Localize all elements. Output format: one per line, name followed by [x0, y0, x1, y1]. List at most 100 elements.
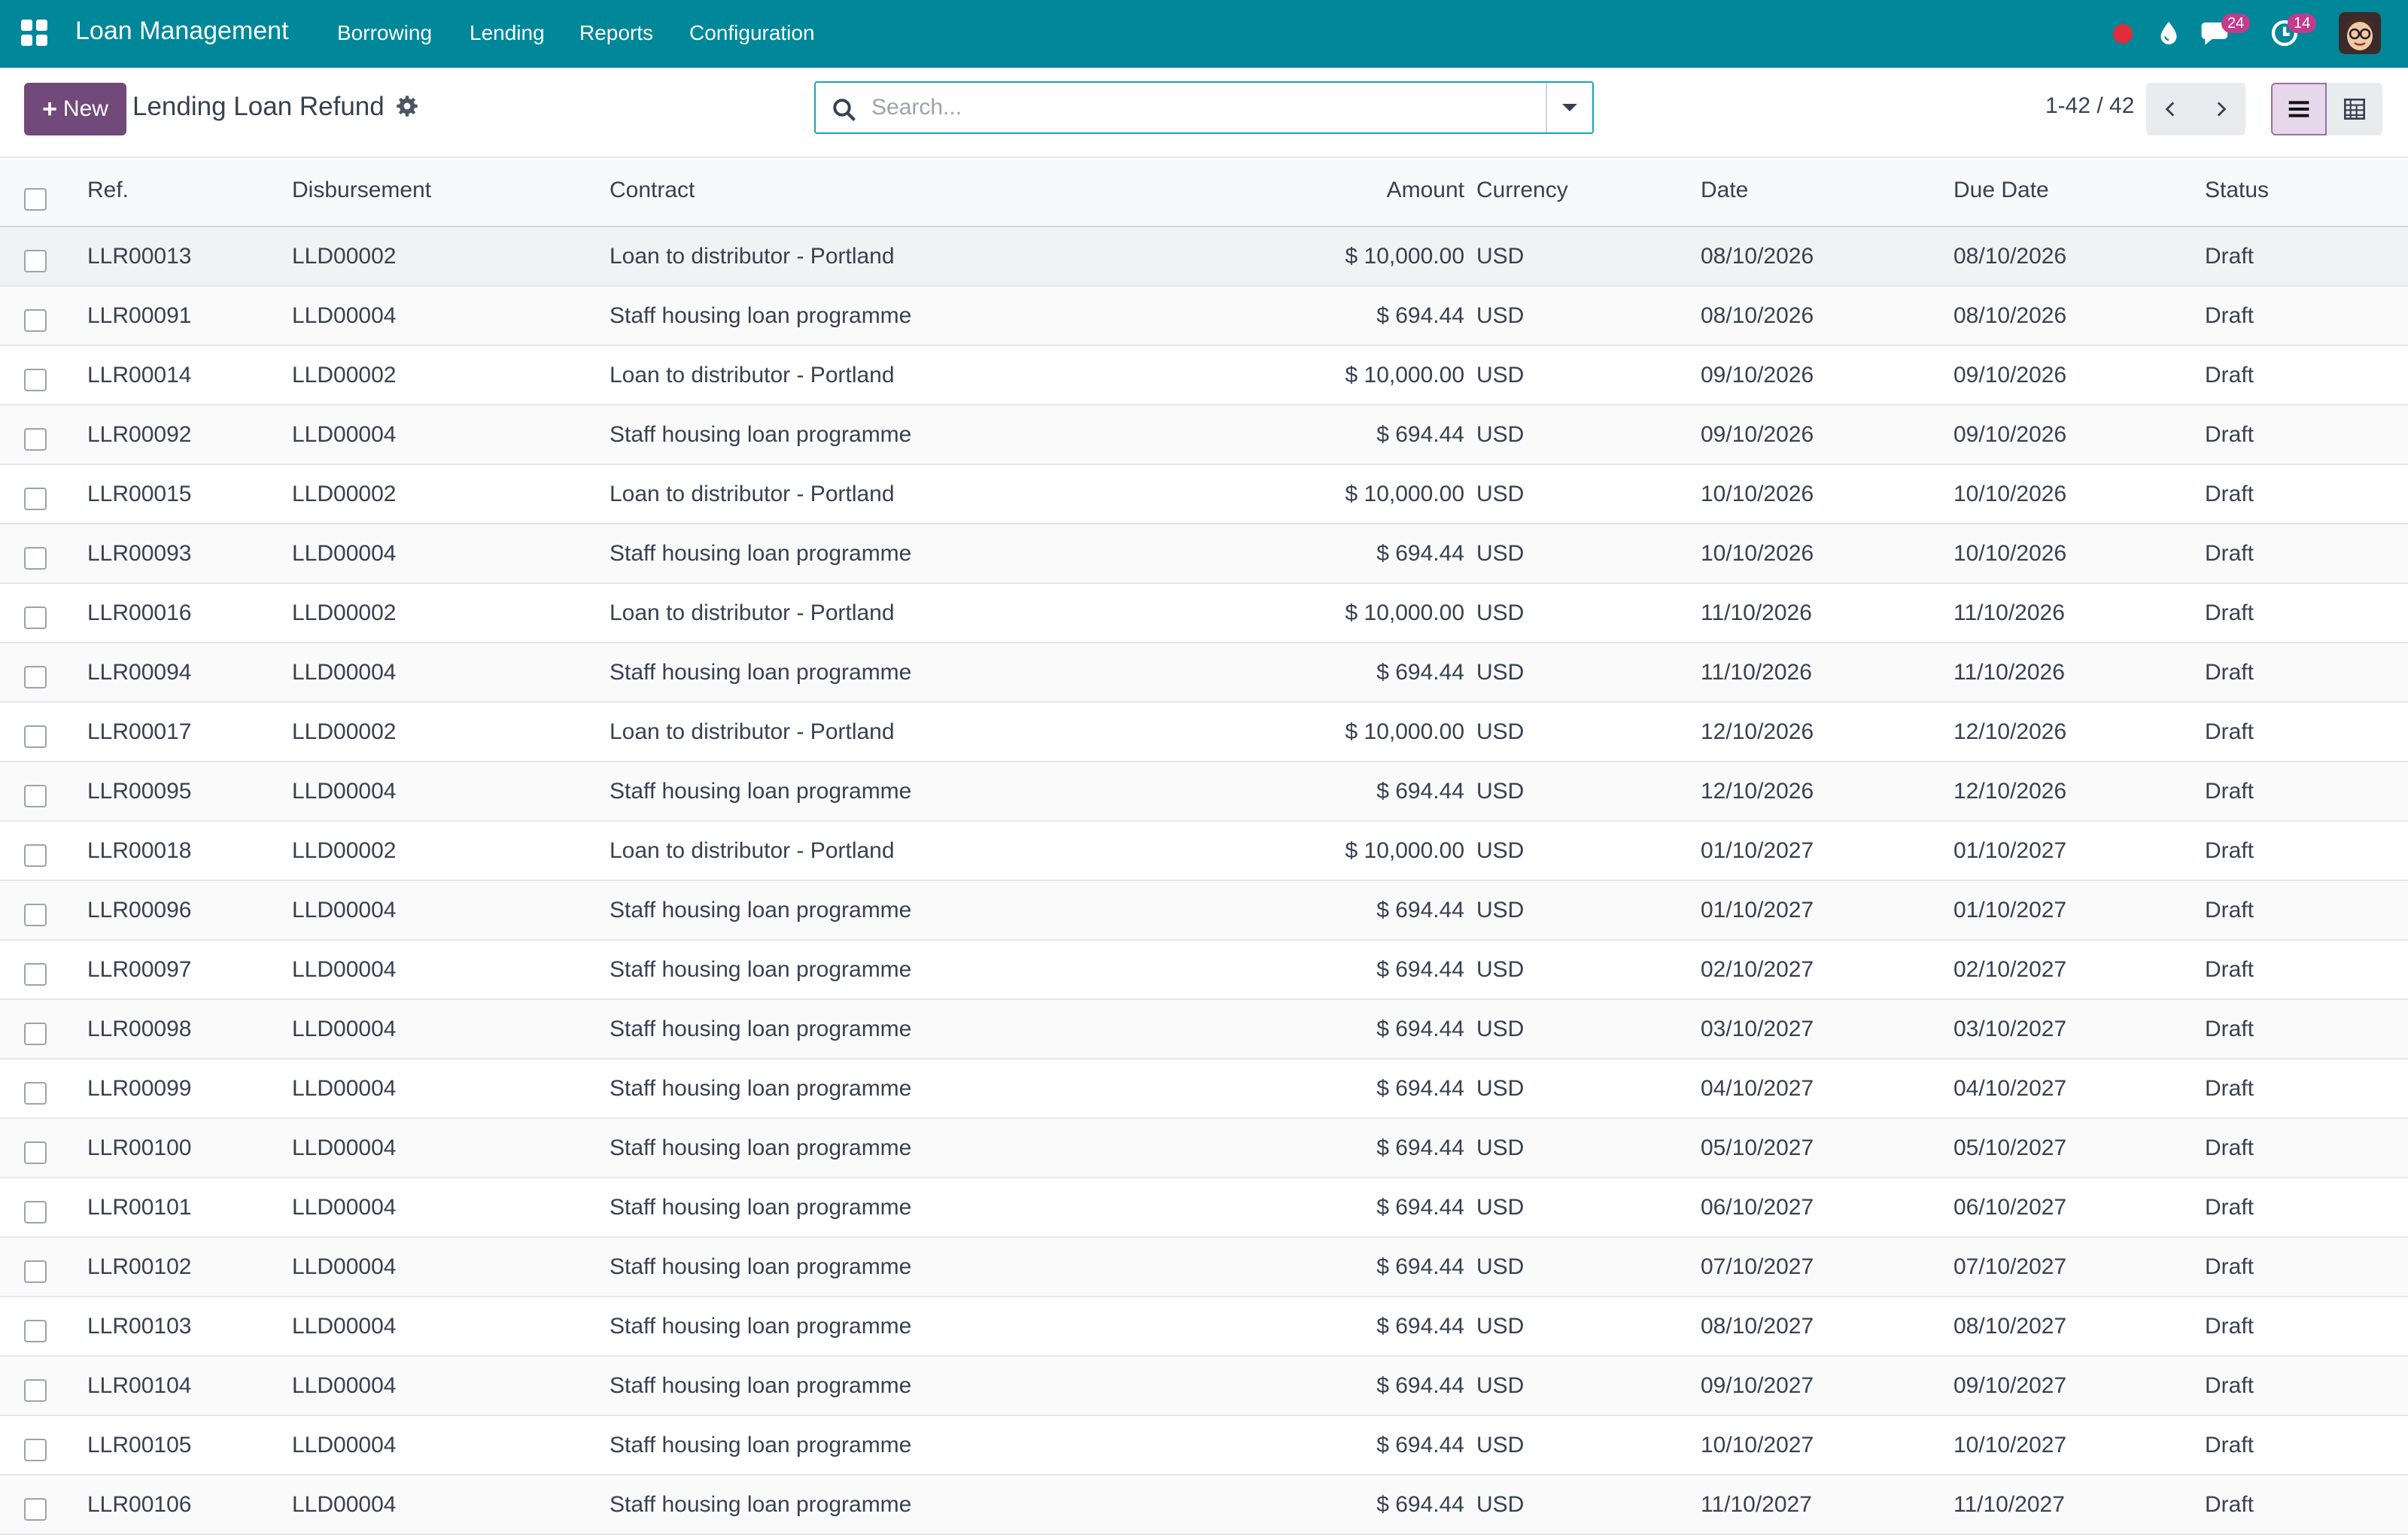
table-row[interactable]: LLR00017 LLD00002 Loan to distributor - Po… — [0, 703, 2408, 762]
table-row[interactable]: LLR00093 LLD00004 Staff housing loan progr… — [0, 524, 2408, 584]
cell-contract: Staff housing loan programme — [610, 660, 912, 685]
list-view-icon — [2288, 101, 2309, 117]
column-header-contract[interactable]: Contract — [610, 178, 695, 203]
list-view-button[interactable] — [2271, 83, 2327, 135]
column-header-disbursement[interactable]: Disbursement — [292, 178, 431, 203]
pivot-view-button[interactable] — [2327, 83, 2382, 135]
table-row[interactable]: LLR00101 LLD00004 Staff housing loan progr… — [0, 1178, 2408, 1238]
menu-lending[interactable]: Lending — [470, 21, 545, 45]
pager-value[interactable]: 1-42 / 42 — [2045, 93, 2134, 119]
table-row[interactable]: LLR00015 LLD00002 Loan to distributor - Po… — [0, 465, 2408, 524]
search-icon — [833, 99, 856, 121]
row-checkbox[interactable] — [24, 606, 47, 629]
row-checkbox[interactable] — [24, 1379, 47, 1402]
search-options-toggle[interactable] — [1546, 83, 1592, 132]
new-button[interactable]: + New — [24, 83, 126, 135]
cell-date: 07/10/2027 — [1701, 1254, 1814, 1279]
table-row[interactable]: LLR00104 LLD00004 Staff housing loan progr… — [0, 1357, 2408, 1416]
table-row[interactable]: LLR00103 LLD00004 Staff housing loan progr… — [0, 1297, 2408, 1357]
row-checkbox[interactable] — [24, 309, 47, 332]
cell-status: Draft — [2205, 1433, 2254, 1457]
table-row[interactable]: LLR00098 LLD00004 Staff housing loan progr… — [0, 1000, 2408, 1059]
cell-due-date: 10/10/2026 — [1953, 482, 2067, 506]
water-drop-icon[interactable] — [2155, 18, 2182, 48]
row-checkbox[interactable] — [24, 547, 47, 570]
pager-previous-button[interactable] — [2146, 83, 2196, 135]
select-all-checkbox[interactable] — [24, 188, 47, 211]
cell-contract: Staff housing loan programme — [610, 1076, 912, 1101]
row-checkbox[interactable] — [24, 1260, 47, 1283]
table-row[interactable]: LLR00099 LLD00004 Staff housing loan progr… — [0, 1059, 2408, 1119]
table-row[interactable]: LLR00091 LLD00004 Staff housing loan progr… — [0, 287, 2408, 346]
row-checkbox[interactable] — [24, 1320, 47, 1342]
app-brand[interactable]: Loan Management — [75, 17, 289, 46]
table-row[interactable]: LLR00018 LLD00002 Loan to distributor - Po… — [0, 822, 2408, 881]
cell-contract: Staff housing loan programme — [610, 1017, 912, 1041]
gear-icon[interactable] — [396, 95, 418, 117]
table-row[interactable]: LLR00016 LLD00002 Loan to distributor - Po… — [0, 584, 2408, 643]
row-checkbox[interactable] — [24, 844, 47, 867]
cell-contract: Staff housing loan programme — [610, 422, 912, 447]
row-checkbox[interactable] — [24, 963, 47, 986]
table-row[interactable]: LLR00100 LLD00004 Staff housing loan progr… — [0, 1119, 2408, 1178]
cell-due-date: 08/10/2026 — [1953, 303, 2067, 328]
row-checkbox[interactable] — [24, 1023, 47, 1045]
row-checkbox[interactable] — [24, 785, 47, 807]
menu-borrowing[interactable]: Borrowing — [337, 21, 432, 45]
column-header-due-date[interactable]: Due Date — [1953, 178, 2049, 203]
column-header-ref[interactable]: Ref. — [87, 178, 129, 203]
table-row[interactable]: LLR00014 LLD00002 Loan to distributor - Po… — [0, 346, 2408, 406]
pager-next-button[interactable] — [2196, 83, 2245, 135]
table-row[interactable]: LLR00096 LLD00004 Staff housing loan progr… — [0, 881, 2408, 941]
row-checkbox[interactable] — [24, 1439, 47, 1461]
cell-ref: LLR00098 — [87, 1017, 192, 1041]
cell-status: Draft — [2205, 482, 2254, 506]
row-checkbox[interactable] — [24, 369, 47, 391]
table-row[interactable]: LLR00105 LLD00004 Staff housing loan progr… — [0, 1416, 2408, 1476]
cell-amount: $ 694.44 — [1376, 1135, 1464, 1160]
row-checkbox[interactable] — [24, 725, 47, 748]
cell-status: Draft — [2205, 838, 2254, 863]
column-header-amount[interactable]: Amount — [1387, 178, 1464, 203]
row-checkbox[interactable] — [24, 904, 47, 926]
cell-amount: $ 694.44 — [1376, 1373, 1464, 1398]
table-row[interactable]: LLR00095 LLD00004 Staff housing loan progr… — [0, 762, 2408, 822]
row-checkbox[interactable] — [24, 666, 47, 688]
recording-dot-icon[interactable] — [2113, 24, 2133, 44]
table-header: Ref. Disbursement Contract Amount Curren… — [0, 160, 2408, 227]
cell-currency: USD — [1476, 779, 1525, 804]
row-checkbox[interactable] — [24, 1498, 47, 1521]
cell-date: 10/10/2026 — [1701, 482, 1814, 506]
cell-currency: USD — [1476, 957, 1525, 982]
cell-ref: LLR00099 — [87, 1076, 192, 1101]
cell-contract: Staff housing loan programme — [610, 779, 912, 804]
column-header-status[interactable]: Status — [2205, 178, 2269, 203]
row-checkbox[interactable] — [24, 488, 47, 510]
table-row[interactable]: LLR00092 LLD00004 Staff housing loan progr… — [0, 406, 2408, 465]
cell-disbursement: LLD00004 — [292, 1254, 397, 1279]
cell-amount: $ 10,000.00 — [1345, 838, 1464, 863]
table-row[interactable]: LLR00013 LLD00002 Loan to distributor - Po… — [0, 227, 2408, 287]
row-checkbox[interactable] — [24, 428, 47, 451]
cell-currency: USD — [1476, 1254, 1525, 1279]
table-row[interactable]: LLR00094 LLD00004 Staff housing loan progr… — [0, 643, 2408, 703]
cell-contract: Staff housing loan programme — [610, 1314, 912, 1339]
column-header-currency[interactable]: Currency — [1476, 178, 1568, 203]
cell-ref: LLR00015 — [87, 482, 192, 506]
apps-menu-icon[interactable] — [21, 20, 48, 47]
menu-reports[interactable]: Reports — [579, 21, 653, 45]
cell-currency: USD — [1476, 1017, 1525, 1041]
table-row[interactable]: LLR00097 LLD00004 Staff housing loan progr… — [0, 941, 2408, 1000]
table-row[interactable]: LLR00102 LLD00004 Staff housing loan progr… — [0, 1238, 2408, 1297]
cell-date: 10/10/2027 — [1701, 1433, 1814, 1457]
table-row[interactable]: LLR00106 LLD00004 Staff housing loan progr… — [0, 1476, 2408, 1535]
search-input[interactable] — [871, 90, 1519, 125]
row-checkbox[interactable] — [24, 1082, 47, 1105]
menu-configuration[interactable]: Configuration — [689, 21, 815, 45]
column-header-date[interactable]: Date — [1701, 178, 1748, 203]
row-checkbox[interactable] — [24, 250, 47, 272]
row-checkbox[interactable] — [24, 1141, 47, 1164]
row-checkbox[interactable] — [24, 1201, 47, 1223]
cell-currency: USD — [1476, 303, 1525, 328]
user-avatar[interactable] — [2339, 12, 2381, 54]
